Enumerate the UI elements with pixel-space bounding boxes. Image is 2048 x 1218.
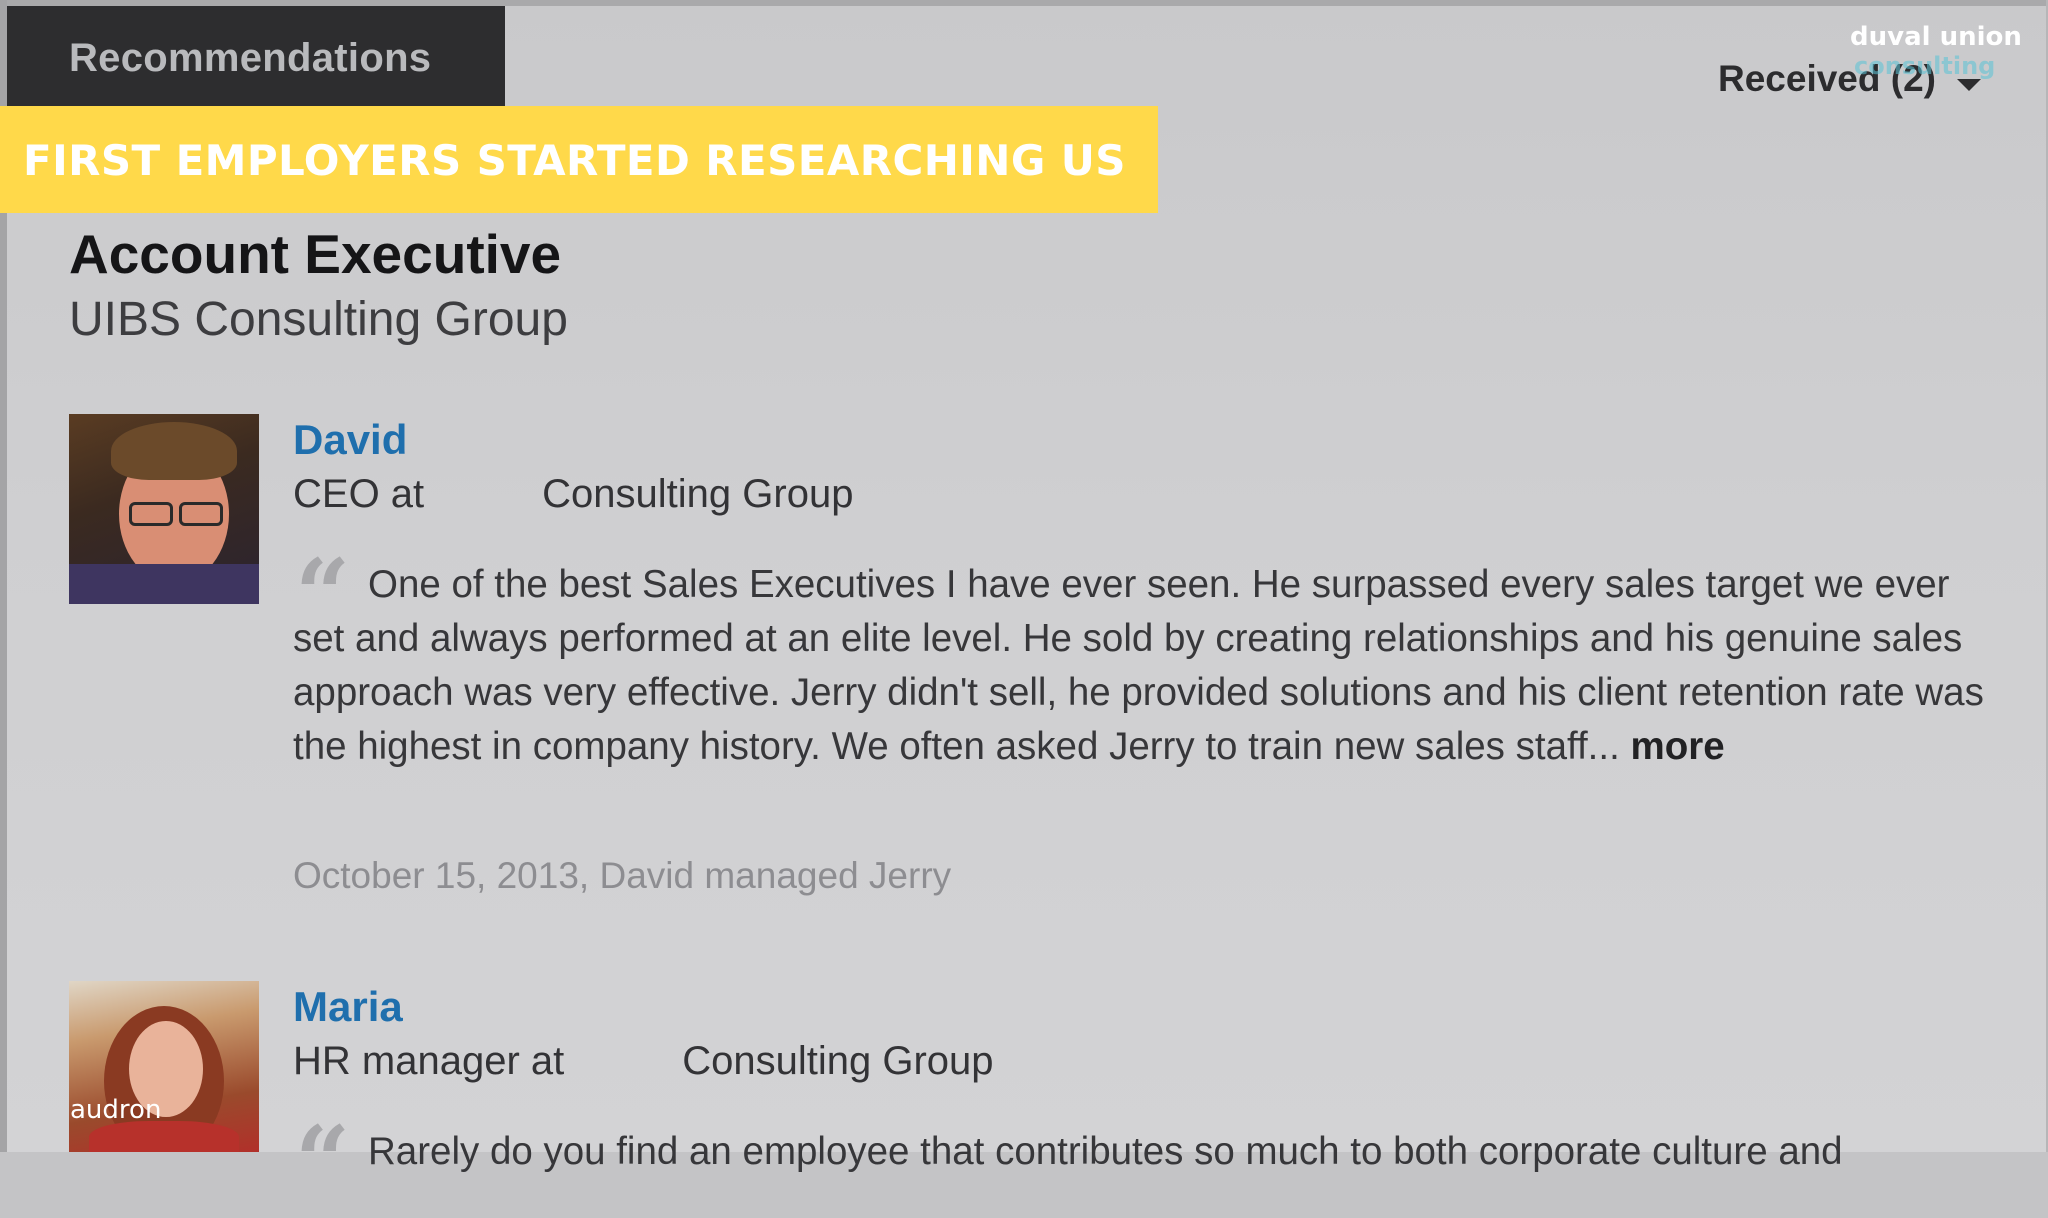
position-title: Account Executive: [69, 223, 562, 285]
avatar[interactable]: [69, 981, 259, 1152]
logo-wordmark: duval union: [1850, 22, 2022, 52]
recommendation-body: One of the best Sales Executives I have …: [293, 563, 1984, 768]
recommendation-text: One of the best Sales Executives I have …: [293, 558, 1993, 774]
recommender-role: HR manager at Consulting Group: [293, 1039, 994, 1084]
caption-overlay: audron: [70, 1095, 162, 1125]
position-company: UIBS Consulting Group: [69, 293, 568, 346]
headline-banner: FIRST EMPLOYERS STARTED RESEARCHING US: [0, 106, 1158, 213]
recommendations-tab[interactable]: Recommendations: [7, 6, 505, 106]
duval-union-logo: duval union consulting: [1850, 22, 2022, 82]
recommendation-text: Rarely do you find an employee that cont…: [293, 1125, 1993, 1179]
role-company: Consulting Group: [542, 472, 854, 516]
recommender-name[interactable]: David: [293, 416, 407, 464]
role-company: Consulting Group: [682, 1039, 994, 1083]
recommendations-tab-label: Recommendations: [69, 36, 432, 80]
role-title: HR manager at: [293, 1039, 565, 1083]
recommender-role: CEO at Consulting Group: [293, 472, 853, 517]
recommender-name[interactable]: Maria: [293, 983, 403, 1031]
recommendations-screen: Recommendations Received (2) duval union…: [0, 0, 2048, 1210]
banner-text: FIRST EMPLOYERS STARTED RESEARCHING US: [23, 136, 1126, 185]
role-title: CEO at: [293, 472, 425, 516]
more-link[interactable]: more: [1630, 725, 1724, 768]
avatar[interactable]: [69, 414, 259, 604]
recommendation-meta: October 15, 2013, David managed Jerry: [293, 855, 952, 896]
logo-subtitle: consulting: [1854, 52, 1996, 80]
